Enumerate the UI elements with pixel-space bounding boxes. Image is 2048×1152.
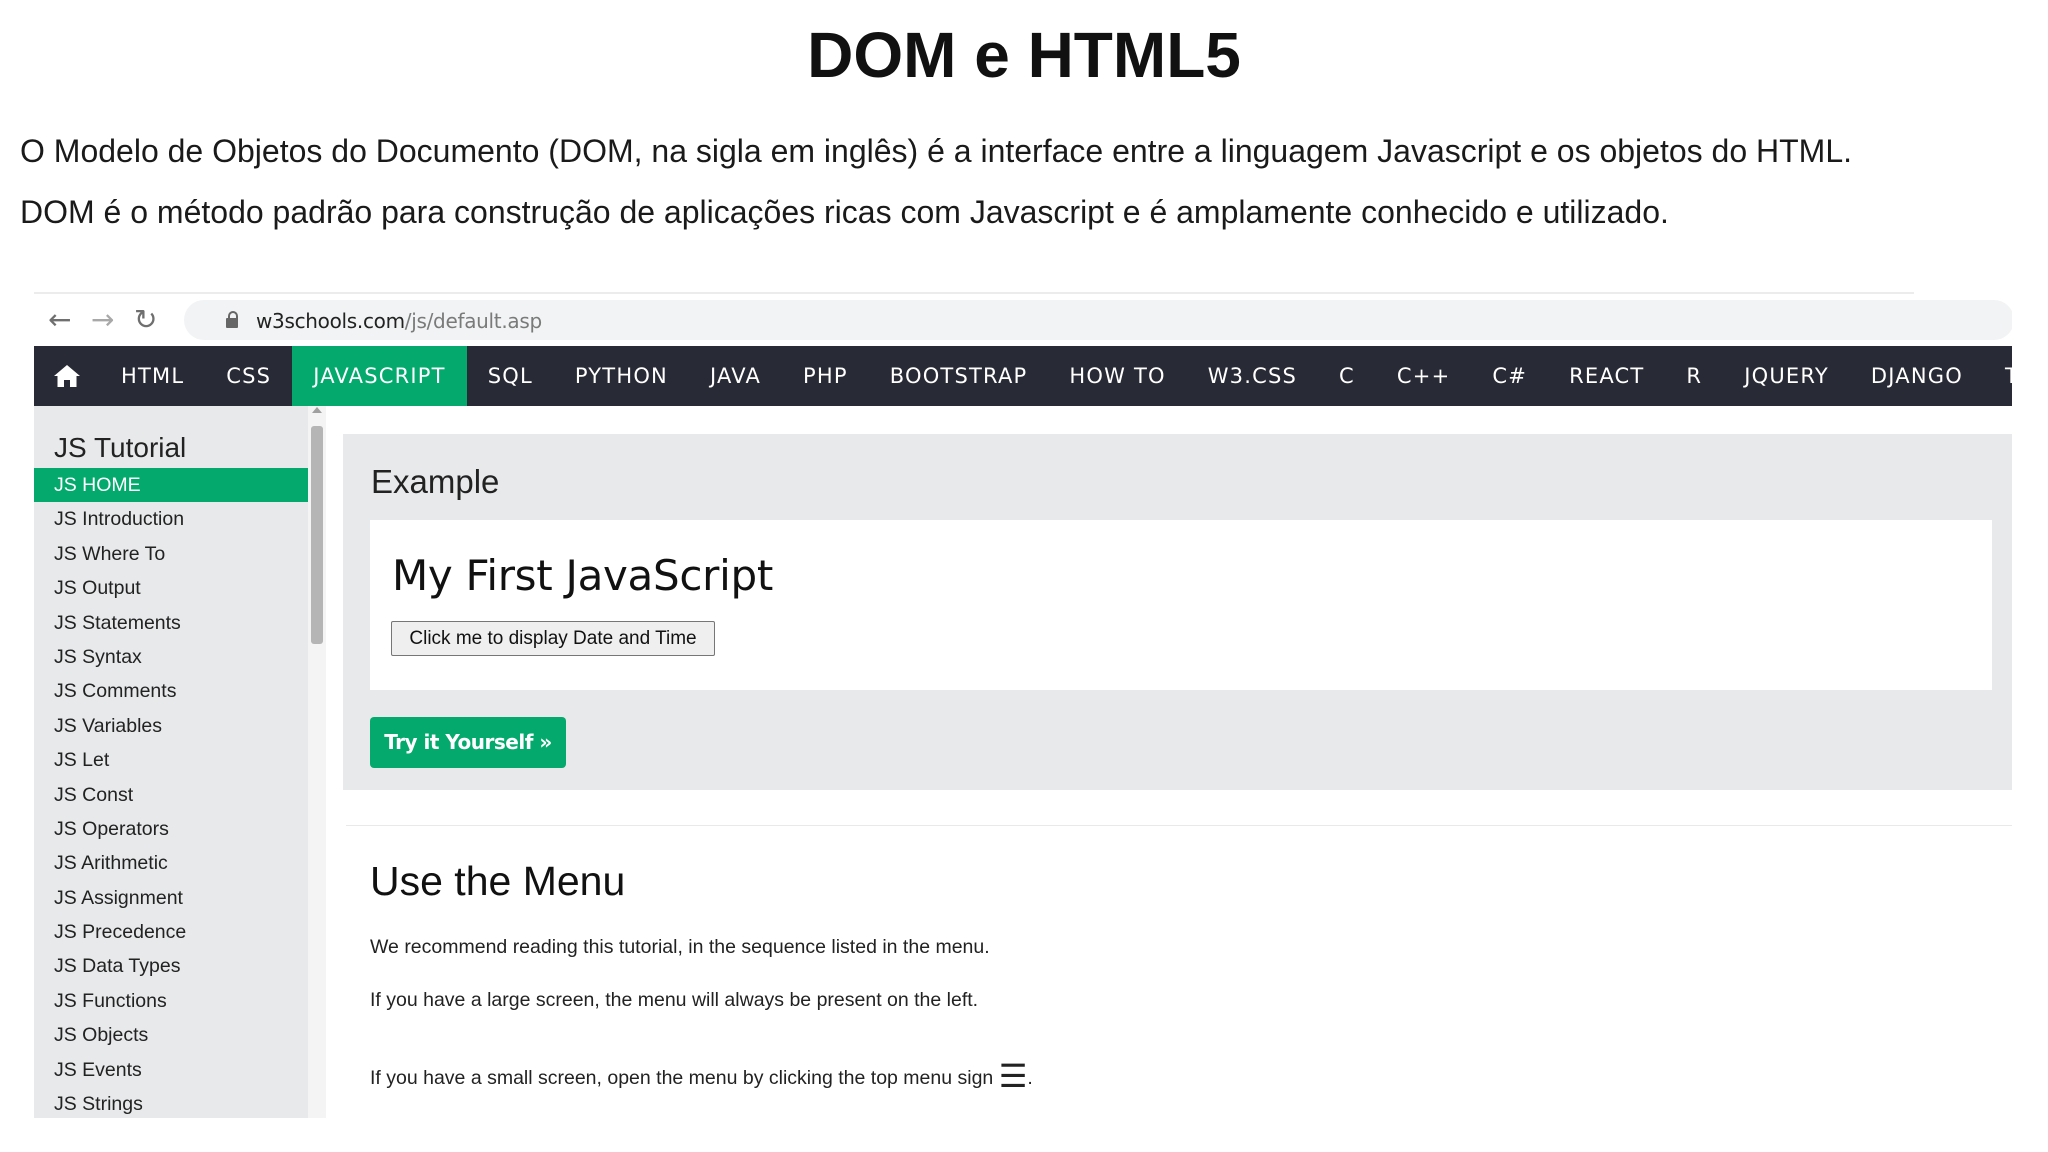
try-it-yourself-button[interactable]: Try it Yourself »: [370, 717, 566, 768]
back-arrow-icon[interactable]: ←: [48, 302, 71, 338]
menu-paragraph-3-end: .: [1027, 1067, 1033, 1089]
sidebar-title: JS Tutorial: [54, 432, 187, 463]
main-content: Example My First JavaScript Click me to …: [326, 406, 2012, 1118]
sidebar-item-js-let[interactable]: JS Let: [34, 743, 308, 777]
sidebar-item-js-output[interactable]: JS Output: [34, 571, 308, 605]
sidebar-item-js-variables[interactable]: JS Variables: [34, 709, 308, 743]
sidebar-item-js-introduction[interactable]: JS Introduction: [34, 502, 308, 536]
topnav-item-how-to[interactable]: HOW TO: [1048, 346, 1186, 406]
divider: [34, 292, 1914, 294]
example-panel: Example My First JavaScript Click me to …: [343, 434, 2012, 790]
hamburger-menu-icon: ☰: [998, 1057, 1028, 1095]
topnav-item-css[interactable]: CSS: [205, 346, 292, 406]
sidebar-item-js-comments[interactable]: JS Comments: [34, 674, 308, 708]
topnav-item-r[interactable]: R: [1665, 346, 1723, 406]
scroll-up-arrow-icon[interactable]: [312, 407, 322, 413]
example-output: My First JavaScript Click me to display …: [370, 520, 1992, 690]
lock-icon: [226, 311, 238, 328]
scrollbar-thumb[interactable]: [311, 426, 323, 644]
home-icon[interactable]: [34, 346, 100, 406]
menu-paragraph-3: If you have a small screen, open the men…: [370, 1057, 1033, 1095]
topnav-item-bootstrap[interactable]: BOOTSTRAP: [869, 346, 1049, 406]
browser-screenshot: ← → ↻ w3schools.com/js/default.asp HTML C…: [34, 292, 2012, 1118]
topnav-item-c[interactable]: C: [1318, 346, 1376, 406]
sidebar-item-js-operators[interactable]: JS Operators: [34, 812, 308, 846]
sidebar-item-js-objects[interactable]: JS Objects: [34, 1018, 308, 1052]
use-menu-title: Use the Menu: [370, 858, 626, 904]
sidebar-item-js-events[interactable]: JS Events: [34, 1053, 308, 1087]
topnav-items: HTML CSS JAVASCRIPT SQL PYTHON JAVA PHP BOOTSTR…: [100, 346, 2012, 406]
url-field[interactable]: w3schools.com/js/default.asp: [184, 300, 2012, 340]
sidebar-item-js-data-types[interactable]: JS Data Types: [34, 949, 308, 983]
reload-icon[interactable]: ↻: [134, 302, 157, 338]
sidebar-item-js-syntax[interactable]: JS Syntax: [34, 640, 308, 674]
url-path: /js/default.asp: [404, 309, 542, 333]
browser-address-bar: ← → ↻ w3schools.com/js/default.asp: [34, 295, 2012, 347]
sidebar-item-js-assignment[interactable]: JS Assignment: [34, 881, 308, 915]
sidebar-item-js-strings[interactable]: JS Strings: [34, 1087, 308, 1118]
topnav-item-jquery[interactable]: JQUERY: [1723, 346, 1850, 406]
sidebar-item-js-statements[interactable]: JS Statements: [34, 606, 308, 640]
sidebar: JS Tutorial JS HOME JS Introduction JS Whe…: [34, 406, 308, 1118]
topnav-item-javascript[interactable]: JAVASCRIPT: [292, 346, 467, 406]
divider: [346, 825, 2012, 826]
sidebar-item-js-home[interactable]: JS HOME: [34, 468, 308, 503]
url-text: w3schools.com/js/default.asp: [256, 309, 542, 333]
menu-paragraph-2: If you have a large screen, the menu wil…: [370, 989, 979, 1011]
sidebar-item-js-arithmetic[interactable]: JS Arithmetic: [34, 846, 308, 880]
topnav-item-django[interactable]: DJANGO: [1850, 346, 1984, 406]
topnav-item-typesc[interactable]: TYPESC: [1984, 346, 2012, 406]
slide-title: DOM e HTML5: [807, 19, 1241, 91]
top-navigation-bar: HTML CSS JAVASCRIPT SQL PYTHON JAVA PHP BOOTSTR…: [34, 346, 2012, 406]
topnav-item-c[interactable]: C++: [1376, 346, 1471, 406]
display-date-button[interactable]: Click me to display Date and Time: [391, 621, 715, 656]
sidebar-item-js-where-to[interactable]: JS Where To: [34, 537, 308, 571]
sidebar-scrollbar[interactable]: [308, 406, 326, 1118]
menu-paragraph-3-text: If you have a small screen, open the men…: [370, 1067, 994, 1089]
sidebar-item-js-functions[interactable]: JS Functions: [34, 984, 308, 1018]
topnav-item-java[interactable]: JAVA: [689, 346, 782, 406]
topnav-item-react[interactable]: REACT: [1548, 346, 1665, 406]
topnav-item-sql[interactable]: SQL: [467, 346, 554, 406]
topnav-item-php[interactable]: PHP: [782, 346, 869, 406]
slide-paragraph-1: O Modelo de Objetos do Documento (DOM, n…: [20, 133, 1853, 169]
topnav-item-html[interactable]: HTML: [100, 346, 205, 406]
topnav-item-python[interactable]: PYTHON: [554, 346, 689, 406]
example-heading: Example: [371, 463, 500, 500]
sidebar-item-js-const[interactable]: JS Const: [34, 778, 308, 812]
url-domain: w3schools.com: [256, 309, 405, 333]
menu-paragraph-1: We recommend reading this tutorial, in t…: [370, 936, 990, 958]
topnav-item-w3-css[interactable]: W3.CSS: [1187, 346, 1318, 406]
topnav-item-c[interactable]: C#: [1471, 346, 1548, 406]
forward-arrow-icon[interactable]: →: [91, 302, 114, 338]
sidebar-item-js-precedence[interactable]: JS Precedence: [34, 915, 308, 949]
demo-title: My First JavaScript: [392, 551, 774, 600]
slide-paragraph-2: DOM é o método padrão para construção de…: [20, 194, 1669, 230]
sidebar-list: JS HOME JS Introduction JS Where To JS Outp…: [34, 468, 308, 1118]
